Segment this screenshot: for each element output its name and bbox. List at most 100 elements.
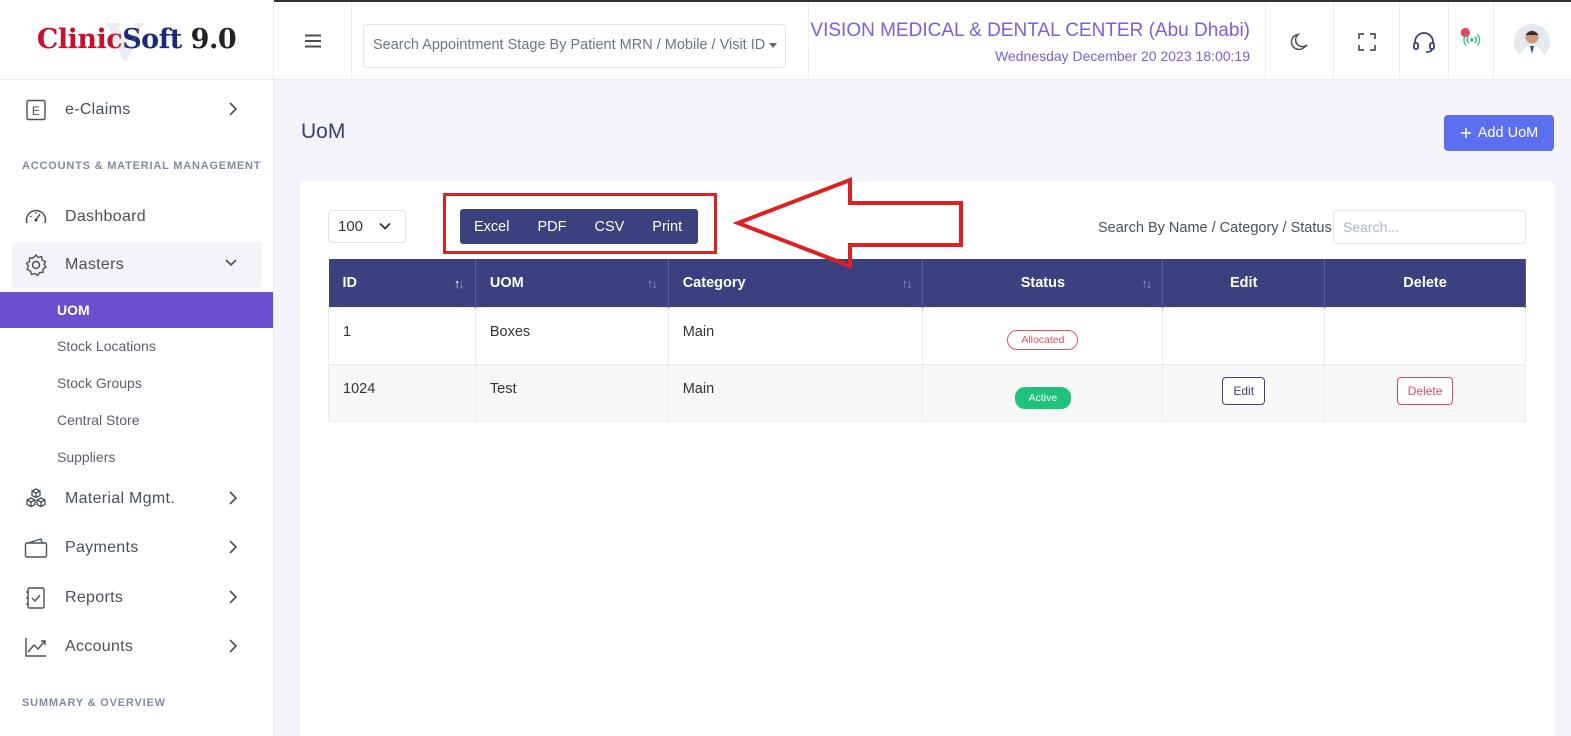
sidebar-subitem-stock-groups[interactable]: Stock Groups xyxy=(57,375,142,391)
sidebar-subitem-uom[interactable]: UOM xyxy=(0,292,273,328)
menu-toggle-button[interactable] xyxy=(274,2,352,80)
headset-icon xyxy=(1413,32,1435,53)
sidebar-item-masters[interactable]: Masters xyxy=(12,242,262,288)
section-label-accounts: ACCOUNTS & MATERIAL MANAGEMENT xyxy=(22,160,262,172)
speedometer-icon xyxy=(24,205,48,229)
moon-icon xyxy=(1290,33,1308,51)
sidebar-subitem-suppliers[interactable]: Suppliers xyxy=(57,449,115,465)
broadcast-icon xyxy=(1460,27,1481,46)
header-divider xyxy=(1265,2,1266,80)
header-divider xyxy=(1399,2,1400,80)
checklist-icon xyxy=(24,586,48,610)
cell-status: Active xyxy=(922,363,1164,422)
sort-icon: ↑↓ xyxy=(646,276,658,291)
sidebar-item-label: Material Mgmt. xyxy=(65,490,175,507)
broadcast-button[interactable] xyxy=(1457,26,1481,50)
e-icon: E xyxy=(24,98,48,122)
sidebar-item-label: Payments xyxy=(65,539,139,556)
column-header-id[interactable]: ID ↑↓ xyxy=(328,259,476,307)
appointment-search-placeholder: Search Appointment Stage By Patient MRN … xyxy=(373,37,766,53)
sidebar-item-dashboard[interactable]: Dashboard xyxy=(12,194,262,240)
add-uom-label: Add UoM xyxy=(1477,125,1539,141)
logo-watermark: V xyxy=(105,11,146,73)
user-photo-icon xyxy=(1514,24,1550,60)
cell-uom: Boxes xyxy=(474,306,669,365)
uom-table: ID ↑↓ UOM ↑↓ Category ↑↓ Status ↑↓ Edit Dele… xyxy=(328,259,1526,422)
top-header: Search Appointment Stage By Patient MRN … xyxy=(274,0,1571,80)
sidebar-item-eclaims[interactable]: E e-Claims xyxy=(12,87,262,133)
sidebar-item-accounts[interactable]: Accounts xyxy=(12,624,262,670)
appointment-search-select[interactable]: Search Appointment Stage By Patient MRN … xyxy=(363,24,786,68)
sidebar-item-payments[interactable]: Payments xyxy=(12,525,262,571)
sidebar-item-label: Masters xyxy=(65,256,124,273)
table-row: 1024 Test Main Active Edit Delete xyxy=(328,363,1526,422)
sidebar-item-reports[interactable]: Reports xyxy=(12,575,262,621)
sort-icon: ↑↓ xyxy=(1141,276,1152,291)
table-search-input[interactable]: Search... xyxy=(1333,210,1526,244)
sidebar-item-label: Dashboard xyxy=(65,208,146,225)
cell-id: 1024 xyxy=(328,363,476,422)
sidebar-item-label: Reports xyxy=(65,589,124,606)
edit-button[interactable]: Edit xyxy=(1222,376,1266,405)
page-length-value: 100 xyxy=(338,218,364,235)
column-header-delete: Delete xyxy=(1324,259,1526,307)
cell-edit: Edit xyxy=(1162,363,1326,422)
chevron-down-icon xyxy=(225,259,237,267)
search-label: Search By Name / Category / Status xyxy=(1098,220,1332,236)
sort-asc-icon: ↑↓ xyxy=(453,276,465,291)
annotation-highlight-box xyxy=(443,193,717,254)
header-divider xyxy=(808,2,809,80)
chart-line-icon xyxy=(24,635,48,659)
cell-id: 1 xyxy=(328,306,476,365)
column-header-uom[interactable]: UOM ↑↓ xyxy=(475,259,669,307)
chevron-right-icon xyxy=(229,639,238,653)
delete-button[interactable]: Delete xyxy=(1396,376,1454,405)
clinic-name: VISION MEDICAL & DENTAL CENTER (Abu Dhab… xyxy=(810,20,1250,41)
hamburger-icon xyxy=(304,34,321,48)
sidebar-item-label: e-Claims xyxy=(65,101,131,118)
header-divider xyxy=(1333,2,1334,80)
cell-category: Main xyxy=(667,363,924,422)
logo[interactable]: V ClinicSoft 9.0 xyxy=(0,0,273,80)
sidebar-item-label: Accounts xyxy=(65,638,134,655)
chevron-right-icon xyxy=(229,590,238,604)
fullscreen-toggle[interactable] xyxy=(1355,30,1379,54)
status-badge: Allocated xyxy=(1007,329,1079,350)
cell-delete: Delete xyxy=(1324,363,1526,422)
annotation-arrow-icon xyxy=(732,177,963,269)
chevron-right-icon xyxy=(229,491,238,505)
page-title: UoM xyxy=(301,120,346,143)
chevron-right-icon xyxy=(229,540,238,554)
current-datetime: Wednesday December 20 2023 18:00:19 xyxy=(994,48,1250,64)
wallet-icon xyxy=(24,536,48,560)
cubes-icon xyxy=(24,487,48,511)
sidebar: V ClinicSoft 9.0 E e-Claims ACCOUNTS & M… xyxy=(0,0,274,736)
header-divider xyxy=(1493,2,1494,80)
sidebar-subitem-central-store[interactable]: Central Store xyxy=(57,412,139,428)
dark-mode-toggle[interactable] xyxy=(1288,30,1312,54)
page-length-select[interactable]: 100 xyxy=(328,210,406,243)
sidebar-subitem-stock-locations[interactable]: Stock Locations xyxy=(57,338,156,354)
header-divider xyxy=(1448,2,1449,80)
sidebar-item-material-mgmt[interactable]: Material Mgmt. xyxy=(12,476,262,522)
column-header-edit: Edit xyxy=(1162,259,1326,307)
fullscreen-icon xyxy=(1358,33,1376,51)
user-avatar[interactable] xyxy=(1514,24,1550,60)
cell-edit xyxy=(1162,306,1326,365)
cell-category: Main xyxy=(667,306,924,365)
status-badge: Active xyxy=(1014,386,1072,409)
section-label-summary: SUMMARY & OVERVIEW xyxy=(22,697,166,709)
gear-icon xyxy=(24,253,48,277)
table-search-placeholder: Search... xyxy=(1343,219,1400,235)
cell-delete xyxy=(1324,306,1526,365)
cell-uom: Test xyxy=(474,363,669,422)
support-button[interactable] xyxy=(1412,30,1436,54)
table-row: 1 Boxes Main Allocated xyxy=(328,306,1526,365)
chevron-right-icon xyxy=(229,102,238,116)
sort-icon: ↑↓ xyxy=(901,276,912,291)
chevron-down-icon xyxy=(379,222,391,230)
plus-icon xyxy=(1460,128,1471,138)
cell-status: Allocated xyxy=(922,306,1164,365)
add-uom-button[interactable]: Add UoM xyxy=(1444,115,1554,151)
caret-down-icon xyxy=(769,43,777,48)
